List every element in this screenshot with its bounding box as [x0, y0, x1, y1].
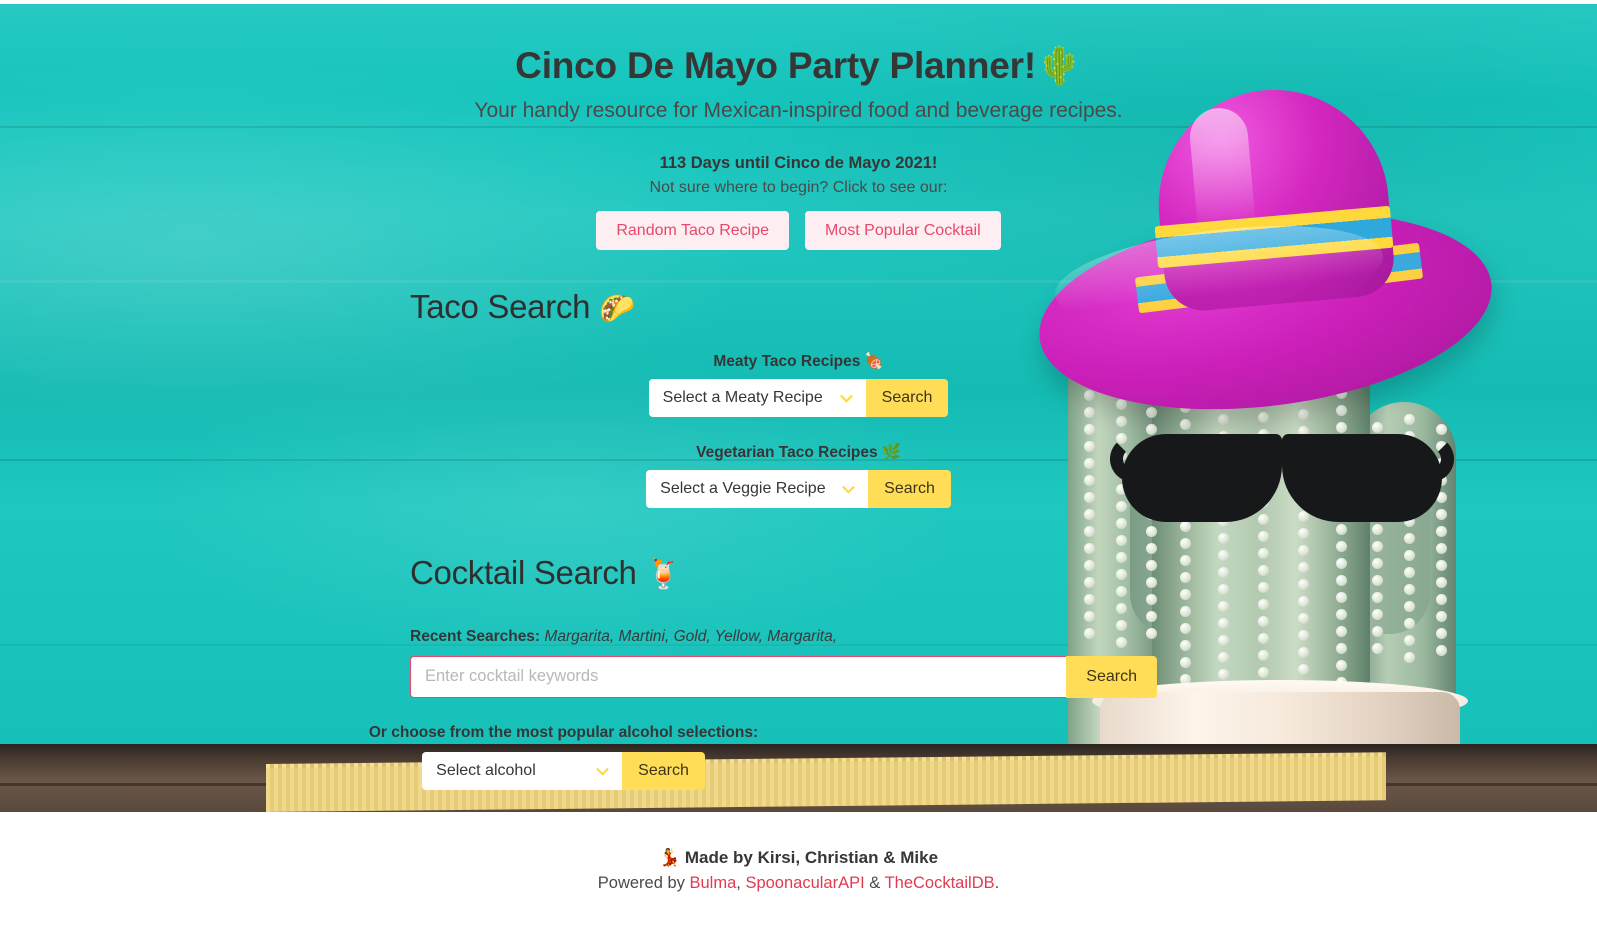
veggie-taco-row: Select a Veggie Recipe Search	[0, 469, 1597, 508]
bulma-link[interactable]: Bulma	[689, 874, 736, 892]
alcohol-search-button[interactable]: Search	[622, 751, 705, 790]
alcohol-select-wrapper: Select alcohol	[422, 751, 623, 790]
veggie-recipe-search-button[interactable]: Search	[868, 469, 951, 508]
meaty-recipe-search-button[interactable]: Search	[865, 378, 949, 417]
cocktail-search-heading-text: Cocktail Search	[410, 553, 637, 591]
cocktail-search-button[interactable]: Search	[1066, 655, 1157, 698]
cocktail-search-input[interactable]	[410, 655, 1067, 698]
recent-searches-label: Recent Searches:	[410, 627, 541, 645]
quick-action-buttons: Random Taco Recipe Most Popular Cocktail	[0, 210, 1597, 250]
cocktail-search-row: Search	[0, 655, 1157, 698]
herb-icon: 🌿	[881, 443, 901, 461]
cocktaildb-link[interactable]: TheCocktailDB	[885, 874, 995, 892]
alcohol-prompt: Or choose from the most popular alcohol …	[368, 723, 759, 741]
recent-searches-values: Margarita, Martini, Gold, Yellow, Margar…	[544, 627, 838, 645]
recent-searches: Recent Searches: Margarita, Martini, Gol…	[0, 628, 1597, 646]
most-popular-cocktail-button[interactable]: Most Popular Cocktail	[805, 210, 1001, 250]
page-title: Cinco De Mayo Party Planner!🌵	[0, 45, 1597, 87]
taco-icon: 🌮	[599, 292, 635, 325]
countdown-text: 113 Days until Cinco de Mayo 2021!	[659, 153, 938, 172]
begin-prompt: Not sure where to begin? Click to see ou…	[649, 178, 948, 196]
page-footer: 💃 Made by Kirsi, Christian & Mike Powere…	[0, 812, 1597, 929]
separator-ampersand: &	[864, 874, 885, 892]
made-by-line: 💃 Made by Kirsi, Christian & Mike	[659, 848, 938, 868]
meaty-taco-label-text: Meaty Taco Recipes	[713, 352, 861, 370]
page-title-text: Cinco De Mayo Party Planner!	[515, 45, 1036, 86]
meaty-recipe-select-wrapper: Select a Meaty Recipe	[648, 378, 866, 417]
dancer-icon: 💃	[658, 848, 681, 867]
random-taco-recipe-button[interactable]: Random Taco Recipe	[596, 210, 790, 250]
cactus-icon: 🌵	[1035, 45, 1082, 86]
taco-search-heading: Taco Search 🌮	[0, 288, 1597, 326]
page-subtitle: Your handy resource for Mexican-inspired…	[474, 98, 1123, 122]
hero-content: Cinco De Mayo Party Planner!🌵 Your handy…	[0, 0, 1597, 790]
alcohol-select-row: Select alcohol Search	[0, 751, 1597, 790]
veggie-taco-label: Vegetarian Taco Recipes 🌿	[0, 443, 1597, 462]
alcohol-select[interactable]: Select alcohol	[422, 751, 623, 790]
powered-by-prefix: Powered by	[597, 874, 690, 892]
made-by-text: Made by Kirsi, Christian & Mike	[684, 848, 939, 867]
meaty-taco-row: Select a Meaty Recipe Search	[0, 378, 1597, 417]
veggie-taco-label-text: Vegetarian Taco Recipes	[696, 443, 878, 461]
cocktail-icon: 🍹	[645, 558, 682, 591]
veggie-recipe-select-wrapper: Select a Veggie Recipe	[646, 469, 869, 508]
taco-search-heading-text: Taco Search	[410, 287, 591, 325]
meaty-taco-label: Meaty Taco Recipes 🍖	[0, 352, 1597, 371]
veggie-recipe-select[interactable]: Select a Veggie Recipe	[646, 469, 869, 508]
powered-by-line: Powered by Bulma, SpoonacularAPI & TheCo…	[598, 874, 999, 893]
page-root: Cinco De Mayo Party Planner!🌵 Your handy…	[0, 0, 1597, 929]
spoonacular-link[interactable]: SpoonacularAPI	[745, 874, 864, 892]
period: .	[994, 874, 1000, 892]
meaty-recipe-select[interactable]: Select a Meaty Recipe	[648, 378, 866, 417]
cocktail-search-heading: Cocktail Search 🍹	[0, 554, 1597, 592]
meat-icon: 🍖	[864, 352, 884, 370]
